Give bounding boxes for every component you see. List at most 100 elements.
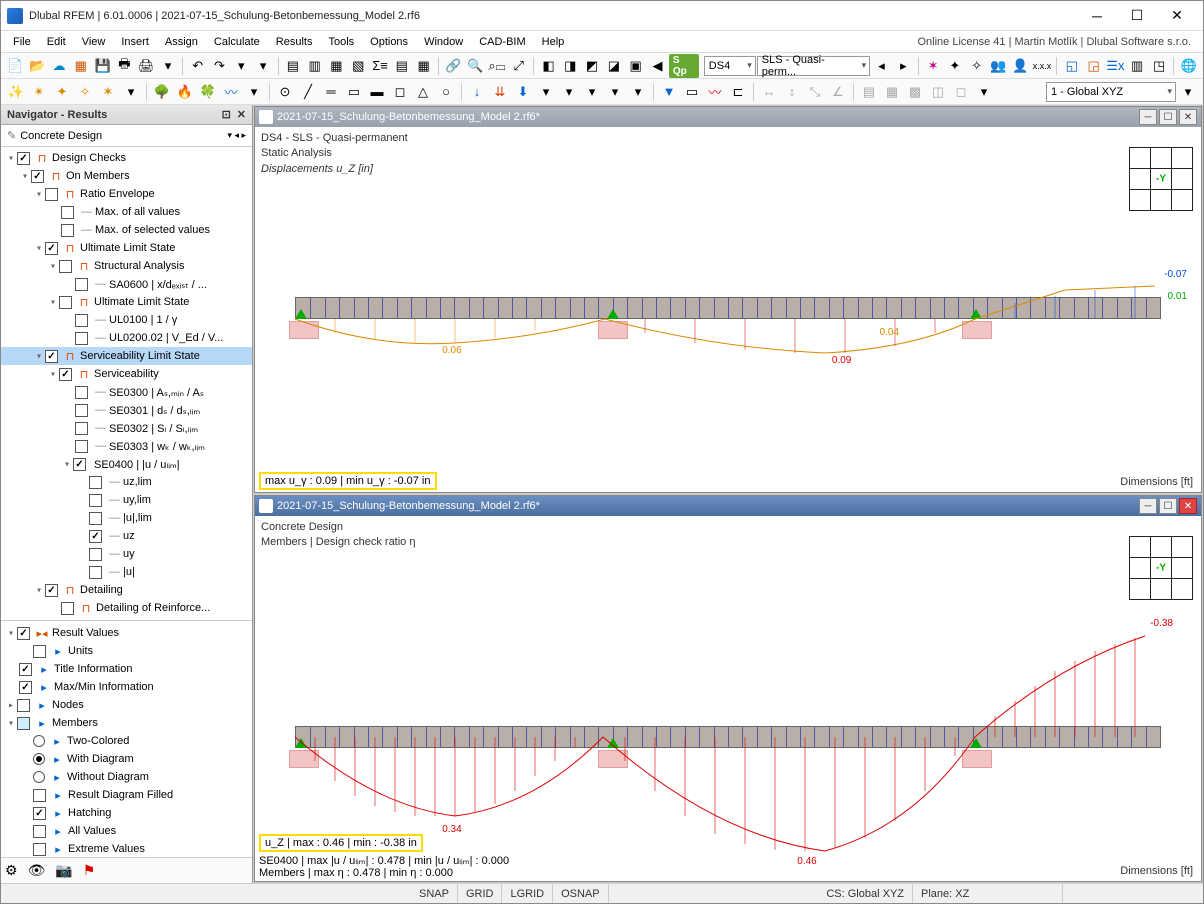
load2-icon[interactable]: ⇊ — [489, 81, 511, 103]
people-icon[interactable]: 👥 — [988, 55, 1009, 77]
arrow-left-icon[interactable]: ◀ — [647, 55, 668, 77]
grid1-icon[interactable]: ▤ — [858, 81, 880, 103]
tree-with-diagram[interactable]: With Diagram — [67, 753, 134, 765]
menu-view[interactable]: View — [74, 34, 114, 50]
tree-se0301[interactable]: SE0301 | dₛ / dₛ,ₗᵢₘ — [109, 404, 200, 417]
navigator-tree[interactable]: ▾⊓Design Checks ▾⊓On Members ▾⊓Ratio Env… — [1, 147, 252, 857]
tree-ul0100[interactable]: UL0100 | 1 / γ — [109, 314, 177, 326]
wand2-icon[interactable]: ✴ — [28, 81, 50, 103]
table1-icon[interactable]: ▤ — [282, 55, 303, 77]
tree-uzlim[interactable]: uz,lim — [123, 476, 152, 488]
dim2-icon[interactable]: ↕ — [781, 81, 803, 103]
icon-b[interactable]: ◨ — [560, 55, 581, 77]
table4-icon[interactable]: ▧ — [348, 55, 369, 77]
tree-ul0200[interactable]: UL0200.02 | V_Ed / V... — [109, 332, 223, 344]
load4-icon[interactable]: ▾ — [535, 81, 557, 103]
tree-maxmin[interactable]: Max/Min Information — [54, 681, 154, 693]
search-icon[interactable]: 🔍 — [465, 55, 486, 77]
hinge-icon[interactable]: ○ — [435, 81, 457, 103]
cloud-icon[interactable]: ☁ — [49, 55, 70, 77]
star1-icon[interactable]: ✶ — [923, 55, 944, 77]
tree-uy[interactable]: uy — [123, 548, 135, 560]
next-icon[interactable]: ▸ — [893, 55, 914, 77]
maximize-button[interactable]: ☐ — [1117, 2, 1157, 30]
member-icon[interactable]: ═ — [320, 81, 342, 103]
tree-drop-icon[interactable]: ▾ — [243, 81, 265, 103]
tree-struct-an[interactable]: Structural Analysis — [94, 260, 184, 272]
menu-file[interactable]: File — [5, 34, 39, 50]
view1-min-button[interactable]: ─ — [1139, 109, 1157, 125]
save-all-icon[interactable]: 🖶 — [114, 55, 135, 77]
minimize-button[interactable]: ─ — [1077, 2, 1117, 30]
surface-icon[interactable]: ▭ — [343, 81, 365, 103]
status-grid[interactable]: GRID — [458, 884, 503, 903]
drop-icon[interactable]: ▾ — [973, 81, 995, 103]
tree-det-reinf[interactable]: Detailing of Reinforce... — [96, 602, 210, 614]
tree-se0400[interactable]: SE0400 | |u / uₗᵢₘ| — [94, 458, 180, 471]
tree-all-values[interactable]: All Values — [68, 825, 116, 837]
view1-titlebar[interactable]: 2021-07-15_Schulung-Betonbemessung_Model… — [255, 107, 1201, 127]
tree-uz[interactable]: uz — [123, 530, 135, 542]
view1-close-button[interactable]: ✕ — [1179, 109, 1197, 125]
cube5-icon[interactable]: ◳ — [1149, 55, 1170, 77]
block-icon[interactable]: ▦ — [70, 55, 91, 77]
menu-results[interactable]: Results — [268, 34, 321, 50]
view2-min-button[interactable]: ─ — [1139, 498, 1157, 514]
view2-max-button[interactable]: ☐ — [1159, 498, 1177, 514]
wand-drop-icon[interactable]: ▾ — [120, 81, 142, 103]
connect-icon[interactable]: 🔗 — [443, 55, 464, 77]
wand4-icon[interactable]: ✧ — [74, 81, 96, 103]
tree-result-values[interactable]: Result Values — [52, 627, 119, 639]
dim3-icon[interactable]: ⤡ — [804, 81, 826, 103]
xxx-icon[interactable]: x.x.x — [1032, 55, 1053, 77]
status-osnap[interactable]: OSNAP — [553, 884, 609, 903]
menu-help[interactable]: Help — [534, 34, 573, 50]
icon-a[interactable]: ◧ — [538, 55, 559, 77]
tree-nodes[interactable]: Nodes — [52, 699, 84, 711]
icon-e[interactable]: ▣ — [625, 55, 646, 77]
tree2-icon[interactable]: 🔥 — [174, 81, 196, 103]
panel-close-icon[interactable]: ✕ — [237, 108, 246, 121]
menu-insert[interactable]: Insert — [113, 34, 157, 50]
tree-title-info[interactable]: Title Information — [54, 663, 132, 675]
icon-c[interactable]: ◩ — [582, 55, 603, 77]
cube3-icon[interactable]: ☰x — [1105, 55, 1126, 77]
tree-uls[interactable]: Ultimate Limit State — [80, 242, 175, 254]
cube2-icon[interactable]: ◲ — [1083, 55, 1104, 77]
tree-ratio-env[interactable]: Ratio Envelope — [80, 188, 155, 200]
status-snap[interactable]: SNAP — [411, 884, 458, 903]
menu-assign[interactable]: Assign — [157, 34, 206, 50]
tree-on-members[interactable]: On Members — [66, 170, 130, 182]
table5-icon[interactable]: ▤ — [391, 55, 412, 77]
cube4-icon[interactable]: ▥ — [1127, 55, 1148, 77]
people2-icon[interactable]: 👤 — [1010, 55, 1031, 77]
opening-icon[interactable]: ◻ — [389, 81, 411, 103]
load6-icon[interactable]: ▾ — [581, 81, 603, 103]
dim4-icon[interactable]: ∠ — [827, 81, 849, 103]
section-icon[interactable]: ⊏ — [727, 81, 749, 103]
line-icon[interactable]: ╱ — [297, 81, 319, 103]
tree-se0302[interactable]: SE0302 | Sₗ / Sₗ,ₗᵢₘ — [109, 422, 198, 435]
flag-icon[interactable]: ⚑ — [83, 862, 96, 879]
wand3-icon[interactable]: ✦ — [51, 81, 73, 103]
menu-calc[interactable]: Calculate — [206, 34, 268, 50]
open-icon[interactable]: 📂 — [27, 55, 48, 77]
tree4-icon[interactable]: 〰 — [220, 81, 242, 103]
view1-canvas[interactable]: DS4 - SLS - Quasi-permanent Static Analy… — [255, 127, 1201, 492]
grid2-icon[interactable]: ▦ — [881, 81, 903, 103]
redo-icon[interactable]: ↷ — [209, 55, 230, 77]
eye-icon[interactable]: 👁 — [28, 862, 46, 879]
tree-max-sel[interactable]: Max. of selected values — [95, 224, 210, 236]
load1-icon[interactable]: ↓ — [466, 81, 488, 103]
tree-u[interactable]: |u| — [123, 566, 135, 578]
tree-without-diagram[interactable]: Without Diagram — [67, 771, 149, 783]
menu-edit[interactable]: Edit — [39, 34, 74, 50]
tree-design-checks[interactable]: Design Checks — [52, 152, 126, 164]
zoom-ext-icon[interactable]: ⤢ — [508, 55, 529, 77]
wand1-icon[interactable]: ✨ — [5, 81, 27, 103]
load8-icon[interactable]: ▾ — [627, 81, 649, 103]
dim1-icon[interactable]: ↔ — [758, 81, 780, 103]
gear-icon[interactable]: ⚙ — [5, 862, 18, 879]
grid5-icon[interactable]: ◻ — [950, 81, 972, 103]
star3-icon[interactable]: ✧ — [966, 55, 987, 77]
